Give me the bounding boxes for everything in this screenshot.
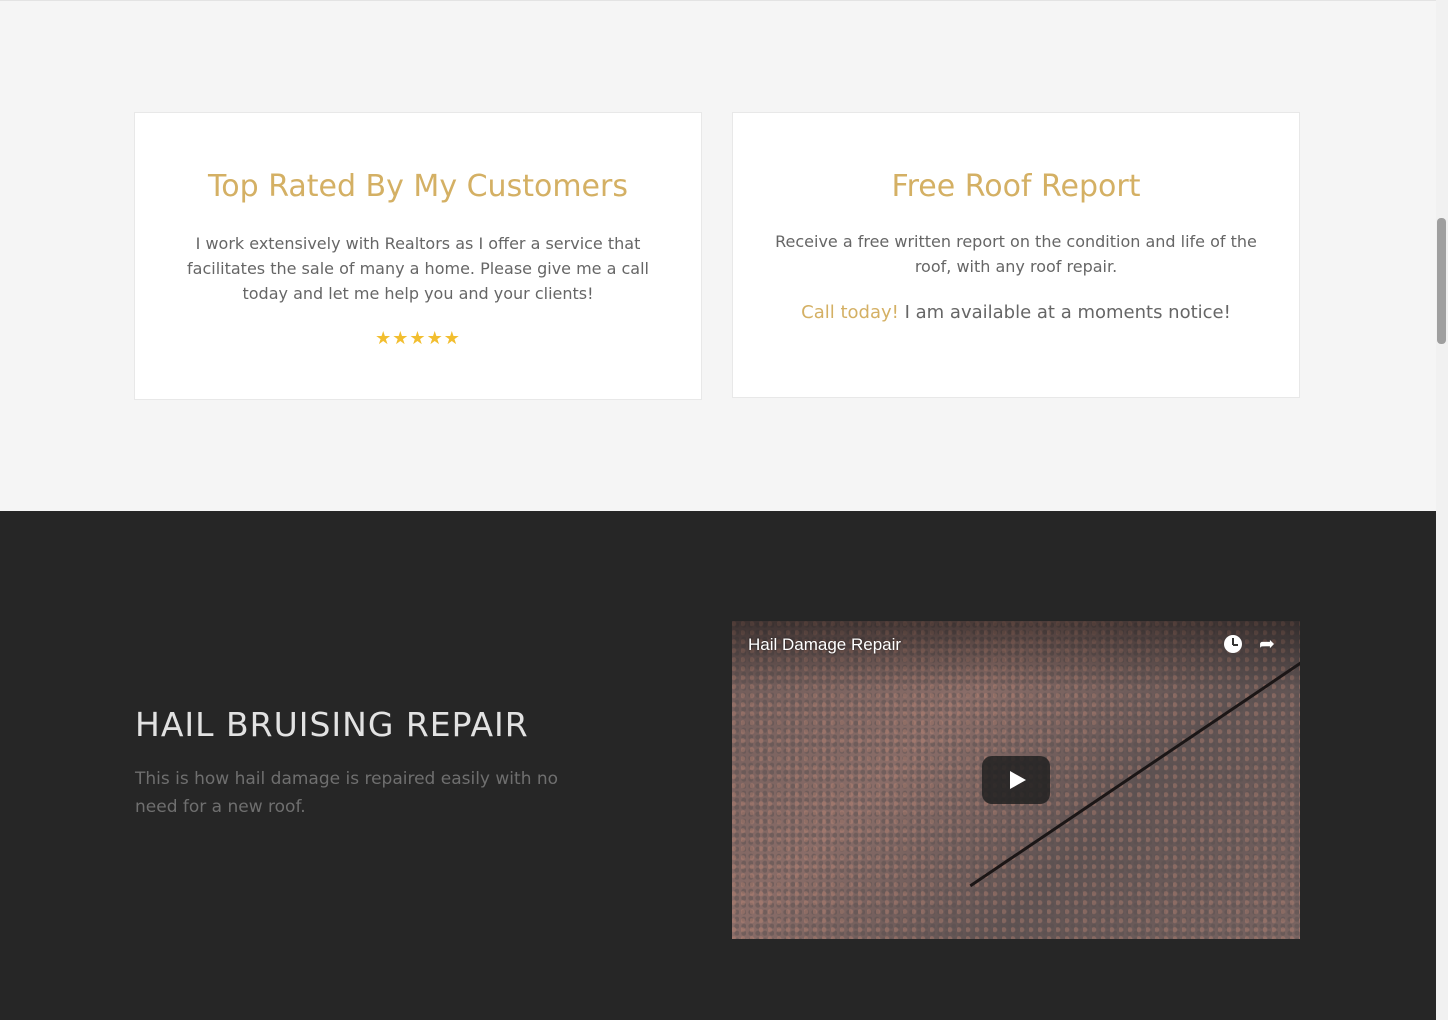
section-title: HAIL BRUISING REPAIR <box>135 705 529 744</box>
play-button[interactable] <box>982 756 1050 804</box>
video-title[interactable]: Hail Damage Repair <box>748 635 901 655</box>
call-text: I am available at a moments notice! <box>898 302 1231 323</box>
card-text: I work extensively with Realtors as I of… <box>187 234 649 303</box>
card-title: Top Rated By My Customers <box>208 169 628 204</box>
scrollbar[interactable] <box>1436 0 1448 1020</box>
features-section: Top Rated By My Customers I work extensi… <box>0 1 1436 511</box>
section-description: This is how hail damage is repaired easi… <box>135 769 559 817</box>
video-player[interactable]: Hail Damage Repair ➦ <box>732 621 1300 939</box>
scrollbar-thumb[interactable] <box>1437 218 1446 344</box>
card-title: Free Roof Report <box>891 169 1141 204</box>
card-text: Receive a free written report on the con… <box>775 232 1257 276</box>
watch-later-icon[interactable] <box>1224 635 1242 653</box>
share-icon[interactable]: ➦ <box>1259 635 1275 655</box>
video-top-shade <box>732 621 1300 691</box>
star-rating-icon: ★★★★★ <box>375 328 461 348</box>
hail-section: HAIL BRUISING REPAIR This is how hail da… <box>0 511 1436 1020</box>
call-today-link[interactable]: Call today! <box>801 302 899 323</box>
call-line: Call today! I am available at a moments … <box>733 302 1299 323</box>
free-roof-report-card: Free Roof Report Receive a free written … <box>732 112 1300 398</box>
top-rated-card: Top Rated By My Customers I work extensi… <box>134 112 702 400</box>
